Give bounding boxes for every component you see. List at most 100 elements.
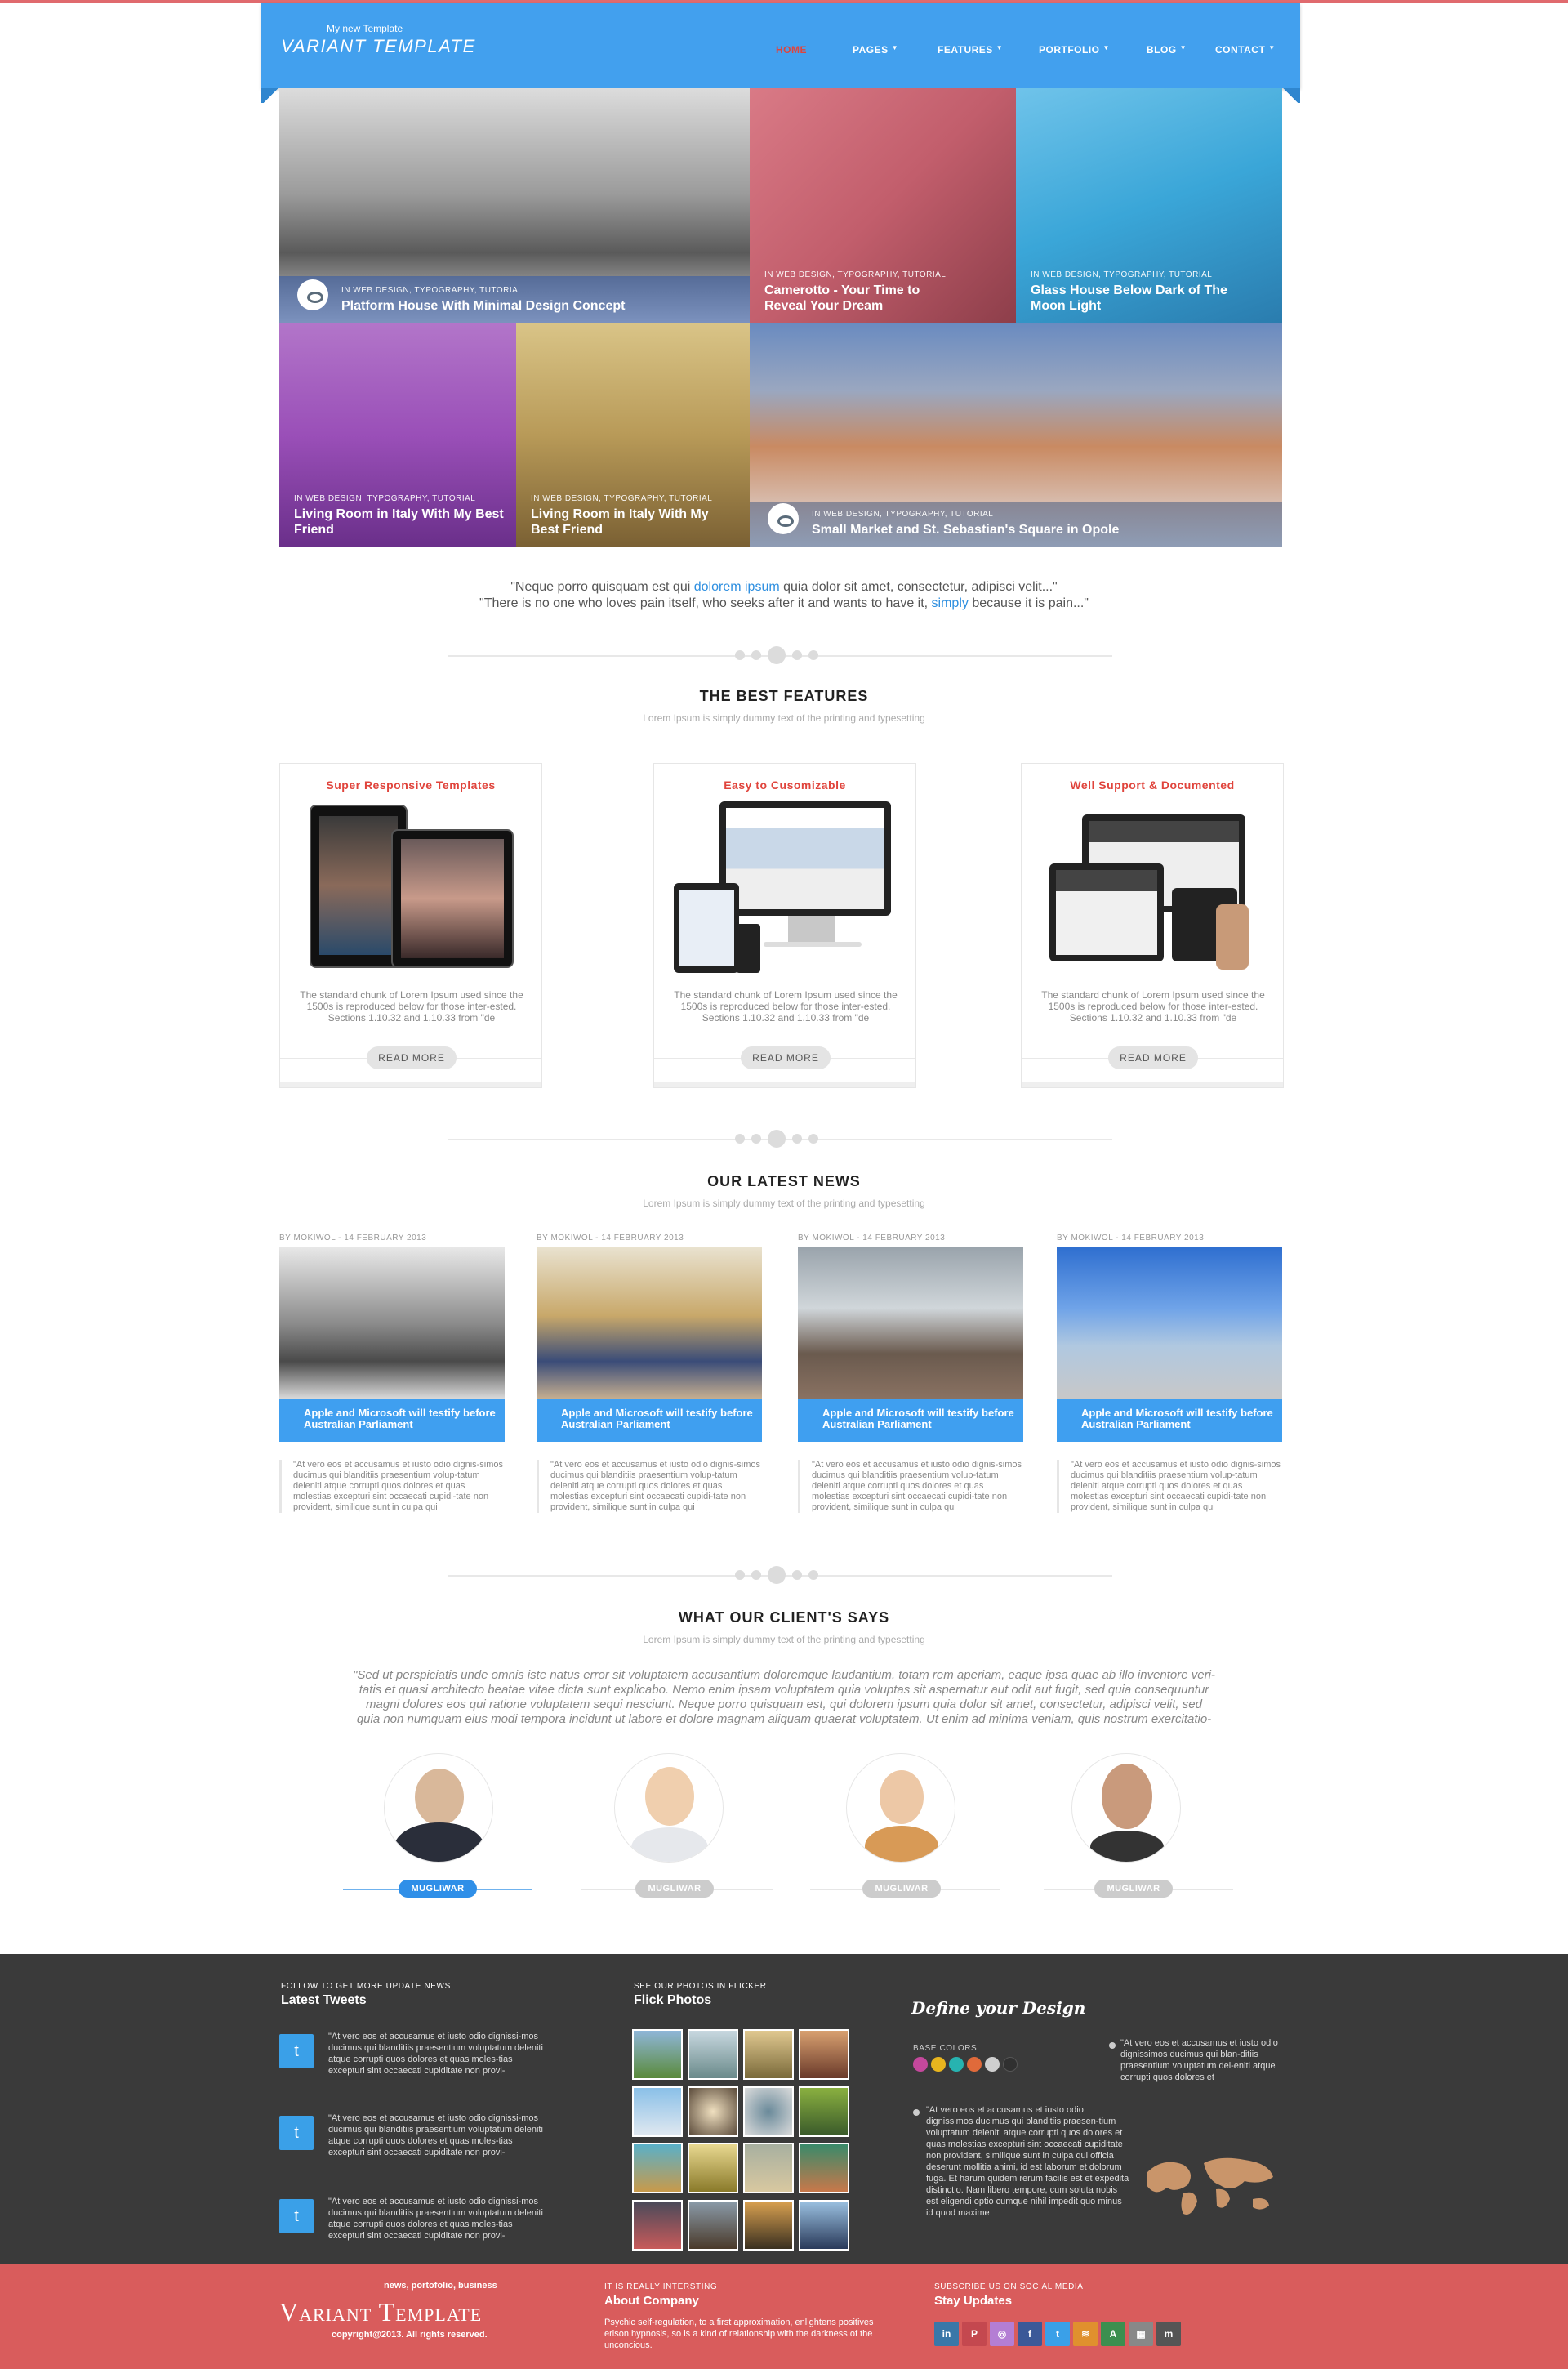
bullet-icon	[913, 2109, 920, 2116]
flickr-thumb[interactable]	[799, 2143, 849, 2193]
chevron-down-icon: ▼	[996, 44, 1004, 51]
pinterest-icon[interactable]: P	[962, 2322, 987, 2346]
news-caption[interactable]: Apple and Microsoft will testify before …	[279, 1399, 505, 1442]
news-image[interactable]	[1057, 1247, 1282, 1399]
flickr-thumb[interactable]	[688, 2029, 738, 2080]
header-fold-right	[1281, 88, 1300, 103]
flickr-thumb[interactable]	[743, 2029, 794, 2080]
nav-blog-label: BLOG	[1147, 44, 1177, 56]
read-more-button[interactable]: READ MORE	[741, 1046, 831, 1069]
facebook-icon[interactable]: f	[1018, 2322, 1042, 2346]
flickr-thumb[interactable]	[632, 2199, 683, 2251]
hero-title[interactable]: Camerotto - Your Time to Reveal Your Dre…	[764, 283, 960, 314]
client-name-pill[interactable]: MUGLIWAR	[399, 1880, 477, 1898]
hero-category: IN WEB DESIGN, TYPOGRAPHY, TUTORIAL	[1031, 270, 1213, 279]
flickr-thumb[interactable]	[799, 2086, 849, 2137]
color-swatch[interactable]	[967, 2057, 982, 2072]
eye-icon[interactable]	[297, 279, 328, 310]
hero-tile[interactable]: IN WEB DESIGN, TYPOGRAPHY, TUTORIAL Small…	[750, 323, 1282, 547]
nav-portfolio[interactable]: PORTFOLIO ▼	[1039, 44, 1110, 56]
divider-dots	[735, 646, 818, 664]
nav-contact[interactable]: CONTACT ▼	[1215, 44, 1276, 56]
news-image[interactable]	[279, 1247, 505, 1399]
site-logo[interactable]: VARIANT TEMPLATE	[281, 36, 476, 57]
chevron-down-icon: ▼	[1268, 44, 1276, 51]
linkedin-icon[interactable]: in	[934, 2322, 959, 2346]
flickr-thumb[interactable]	[632, 2143, 683, 2193]
flickr-thumb[interactable]	[743, 2086, 794, 2137]
features-title: THE BEST FEATURES	[699, 688, 869, 704]
news-meta: BY MOKIWOL - 14 FEBRUARY 2013	[798, 1234, 946, 1242]
hero-tile[interactable]: IN WEB DESIGN, TYPOGRAPHY, TUTORIAL Livin…	[516, 323, 750, 547]
delicious-icon[interactable]: ▦	[1129, 2322, 1153, 2346]
nav-portfolio-label: PORTFOLIO	[1039, 44, 1100, 56]
color-swatch[interactable]	[985, 2057, 1000, 2072]
news-subtitle: Lorem Ipsum is simply dummy text of the …	[643, 1198, 925, 1209]
twitter-icon[interactable]: t	[279, 2116, 314, 2150]
twitter-icon[interactable]: t	[1045, 2322, 1070, 2346]
nav-blog[interactable]: BLOG ▼	[1147, 44, 1187, 56]
divider-dots	[735, 1566, 818, 1584]
hero-title[interactable]: Living Room in Italy With My Best Friend	[294, 506, 506, 538]
color-swatch[interactable]	[949, 2057, 964, 2072]
footer-logo[interactable]: Variant Template	[279, 2297, 482, 2327]
news-image[interactable]	[798, 1247, 1023, 1399]
news-card: BY MOKIWOL - 14 FEBRUARY 2013 Apple and …	[798, 1234, 1023, 1513]
nav-pages[interactable]: PAGES ▼	[853, 44, 898, 56]
client-avatar[interactable]	[384, 1753, 493, 1863]
nav-contact-label: CONTACT	[1215, 44, 1266, 56]
myspace-icon[interactable]: m	[1156, 2322, 1181, 2346]
flickr-thumb[interactable]	[688, 2199, 738, 2251]
flickr-icon[interactable]: ◎	[990, 2322, 1014, 2346]
news-caption[interactable]: Apple and Microsoft will testify before …	[1057, 1399, 1282, 1442]
intro-quote-line-1: "Neque porro quisquam est qui dolorem ip…	[510, 580, 1058, 594]
color-swatch[interactable]	[931, 2057, 946, 2072]
hero-tile[interactable]: IN WEB DESIGN, TYPOGRAPHY, TUTORIAL Glass…	[1016, 88, 1282, 323]
client-name-pill[interactable]: MUGLIWAR	[862, 1880, 941, 1898]
flickr-thumb[interactable]	[688, 2143, 738, 2193]
color-swatch[interactable]	[913, 2057, 928, 2072]
tweets-title: Latest Tweets	[281, 1993, 367, 2007]
chevron-down-icon: ▼	[891, 44, 899, 51]
feature-card: Well Support & Documented The standard c…	[1021, 763, 1284, 1088]
flickr-thumb[interactable]	[632, 2086, 683, 2137]
read-more-button[interactable]: READ MORE	[1108, 1046, 1198, 1069]
flickr-thumb[interactable]	[632, 2029, 683, 2080]
flickr-thumb[interactable]	[743, 2199, 794, 2251]
chevron-down-icon: ▼	[1102, 44, 1110, 51]
news-caption[interactable]: Apple and Microsoft will testify before …	[537, 1399, 762, 1442]
about-text: Psychic self-regulation, to a first appr…	[604, 2318, 874, 2350]
news-caption[interactable]: Apple and Microsoft will testify before …	[798, 1399, 1023, 1442]
client-avatar[interactable]	[1071, 1753, 1181, 1863]
hero-tile[interactable]: IN WEB DESIGN, TYPOGRAPHY, TUTORIAL Platf…	[279, 88, 750, 323]
vine-icon[interactable]: A	[1101, 2322, 1125, 2346]
hero-title[interactable]: Small Market and St. Sebastian's Square …	[812, 522, 1119, 538]
hero-title[interactable]: Living Room in Italy With My Best Friend	[531, 506, 735, 538]
nav-home[interactable]: HOME	[776, 44, 807, 56]
eye-icon[interactable]	[768, 503, 799, 534]
hero-title[interactable]: Glass House Below Dark of The Moon Light	[1031, 283, 1235, 314]
client-avatar[interactable]	[614, 1753, 724, 1863]
read-more-button[interactable]: READ MORE	[367, 1046, 457, 1069]
client-name-pill[interactable]: MUGLIWAR	[1094, 1880, 1173, 1898]
hero-tile[interactable]: IN WEB DESIGN, TYPOGRAPHY, TUTORIAL Livin…	[279, 323, 516, 547]
news-card: BY MOKIWOL - 14 FEBRUARY 2013 Apple and …	[537, 1234, 762, 1513]
flickr-thumb[interactable]	[799, 2199, 849, 2251]
flickr-thumb[interactable]	[743, 2143, 794, 2193]
client-name-pill[interactable]: MUGLIWAR	[635, 1880, 714, 1898]
hero-tile[interactable]: IN WEB DESIGN, TYPOGRAPHY, TUTORIAL Camer…	[750, 88, 1016, 323]
nav-features[interactable]: FEATURES ▼	[938, 44, 1003, 56]
hero-title[interactable]: Platform House With Minimal Design Conce…	[341, 298, 625, 314]
client-avatar[interactable]	[846, 1753, 956, 1863]
news-card: BY MOKIWOL - 14 FEBRUARY 2013 Apple and …	[279, 1234, 505, 1513]
news-meta: BY MOKIWOL - 14 FEBRUARY 2013	[1057, 1234, 1205, 1242]
flickr-thumb[interactable]	[688, 2086, 738, 2137]
testimonial-line-4: quia non numquam eius modi tempora incid…	[356, 1712, 1212, 1726]
flickr-thumb[interactable]	[799, 2029, 849, 2080]
nav-pages-label: PAGES	[853, 44, 889, 56]
news-image[interactable]	[537, 1247, 762, 1399]
rss-icon[interactable]: ≋	[1073, 2322, 1098, 2346]
color-swatch[interactable]	[1003, 2057, 1018, 2072]
twitter-icon[interactable]: t	[279, 2034, 314, 2068]
twitter-icon[interactable]: t	[279, 2199, 314, 2233]
